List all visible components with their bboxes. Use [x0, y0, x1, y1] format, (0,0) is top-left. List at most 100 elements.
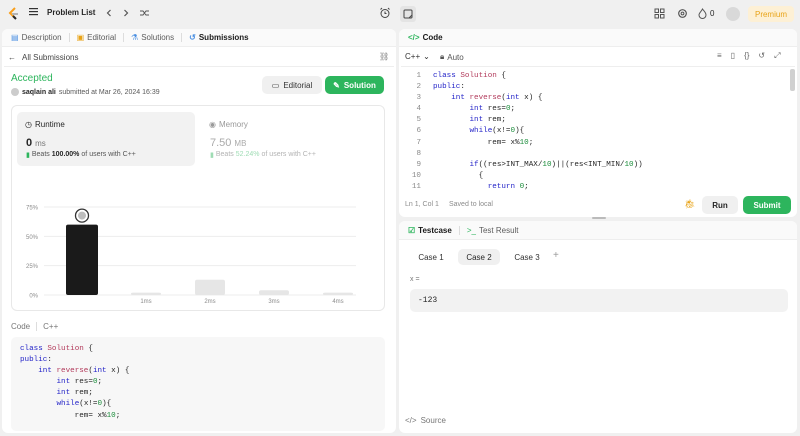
memory-value: 7.50 MB: [210, 137, 246, 149]
language-select[interactable]: C++ ⌄: [405, 52, 430, 61]
tab-solutions[interactable]: ⚗ Solutions: [128, 29, 177, 47]
streak-counter[interactable]: 0: [698, 8, 714, 19]
y-tick-label: 0%: [29, 294, 38, 300]
case-tab-1[interactable]: Case 1: [410, 249, 452, 265]
editor-code-line: if((res>INT_MAX/10)||(res<INT_MIN/10)): [469, 160, 643, 169]
grid-layout-icon[interactable]: [654, 8, 665, 19]
memory-number: 7.50: [210, 137, 232, 149]
code-icon: </>: [408, 33, 420, 42]
editor-code-line: while(x!=0){: [469, 127, 525, 136]
reset-icon[interactable]: ↺: [758, 51, 765, 61]
runtime-beats-label: Beats: [31, 151, 50, 158]
code-icon: </>: [405, 416, 417, 425]
flask-icon: ⚗: [131, 33, 139, 42]
arrow-left-icon: ←: [8, 53, 16, 62]
share-link-icon[interactable]: ⛓: [379, 52, 389, 61]
memory-beats-suffix: of users with C++: [261, 151, 316, 158]
back-label: All Submissions: [22, 53, 79, 62]
fire-icon: [698, 8, 707, 19]
logo-icon[interactable]: [8, 7, 20, 21]
avatar[interactable]: [726, 7, 740, 21]
submission-status: Accepted: [11, 73, 53, 84]
memory-beats-label: Beats: [215, 151, 234, 158]
submit-button[interactable]: Submit: [743, 196, 791, 214]
editor-code-line: int res=0;: [469, 105, 516, 114]
editor-code-line: class Solution {: [433, 72, 506, 80]
chevron-down-icon: ⌄: [423, 52, 430, 61]
case-tab-3[interactable]: Case 3: [506, 249, 548, 265]
expand-icon[interactable]: ⤢: [774, 51, 780, 61]
editorial-icon: ▣: [76, 33, 85, 42]
y-tick-label: 25%: [26, 264, 39, 270]
code-language: C++: [43, 322, 59, 331]
user-marker-avatar: [78, 211, 86, 220]
tab-submissions-label: Submissions: [198, 33, 249, 42]
submitter-info: saqlain ali submitted at Mar 26, 2024 16…: [11, 88, 160, 96]
code-line: int rem;: [56, 389, 93, 398]
editor-toolbar: ≡ ▯ {} ↺ ⤢: [717, 51, 781, 61]
editor-code-line: int rem;: [469, 116, 506, 125]
source-link[interactable]: </> Source: [405, 416, 446, 425]
line-number: 8: [416, 149, 421, 158]
list-icon[interactable]: [28, 6, 38, 16]
settings-gear-icon[interactable]: [677, 8, 688, 19]
code-editor[interactable]: class Solution {public: int reverse(int …: [433, 71, 783, 191]
line-number: 1: [416, 72, 421, 80]
memory-box[interactable]: ◉ Memory 7.50 MB ▮ Beats 52.24% of users …: [203, 112, 381, 166]
testcase-panel: ☑ Testcase >_ Test Result Case 1 Case 2 …: [399, 221, 797, 433]
edit-icon: ✎: [333, 80, 340, 90]
debug-icon[interactable]: 🐞︎: [684, 199, 695, 210]
code-label: Code: [11, 322, 31, 331]
memory-beats-value: 52.24%: [235, 151, 260, 158]
add-case-icon[interactable]: +: [553, 250, 559, 261]
x-tick-label: 3ms: [268, 299, 279, 305]
runtime-beats: ▮ Beats 100.00% of users with C++: [26, 151, 136, 159]
editor-code-line: rem= x%10;: [433, 138, 534, 147]
memory-unit: MB: [234, 139, 247, 148]
editorial-button[interactable]: ▭ Editorial: [262, 76, 322, 94]
memory-beats: ▮ Beats 52.24% of users with C++: [210, 151, 316, 159]
tab-description[interactable]: ▤ Description: [8, 29, 65, 47]
next-problem-icon[interactable]: [121, 8, 131, 18]
user-avatar[interactable]: [11, 88, 19, 96]
format-icon[interactable]: ≡: [717, 51, 722, 61]
memory-title: ◉ Memory: [209, 120, 248, 129]
shuffle-icon[interactable]: [139, 8, 150, 18]
editor-scrollbar[interactable]: [790, 69, 795, 91]
tab-code-label: Code: [422, 33, 443, 42]
tab-editorial[interactable]: ▣ Editorial: [74, 29, 119, 47]
book-icon: ▭: [271, 80, 280, 90]
back-to-submissions[interactable]: ← All Submissions: [8, 53, 78, 62]
solution-button[interactable]: ✎ Solution: [325, 76, 384, 94]
runtime-box[interactable]: ◷ Runtime 0 ms ▮ Beats 100.00% of users w…: [17, 112, 195, 166]
bookmark-icon[interactable]: ▯: [731, 51, 735, 61]
braces-icon[interactable]: {}: [744, 51, 749, 61]
problem-list-link[interactable]: Problem List: [47, 8, 95, 17]
x-tick-label: 1ms: [140, 299, 151, 305]
tab-test-result[interactable]: >_ Test Result: [464, 221, 522, 239]
tab-code[interactable]: </> Code: [405, 29, 446, 47]
notes-icon[interactable]: [400, 6, 416, 22]
username[interactable]: saqlain ali: [22, 89, 56, 96]
tab-submissions[interactable]: ↺ Submissions: [186, 29, 252, 47]
alarm-clock-icon[interactable]: [378, 6, 392, 20]
variable-label: x =: [410, 276, 420, 283]
language-value: C++: [405, 52, 421, 61]
tab-testcase[interactable]: ☑ Testcase: [405, 221, 455, 239]
panel-resize-handle[interactable]: [592, 217, 606, 219]
bar: [323, 292, 353, 295]
premium-button[interactable]: Premium: [748, 6, 794, 22]
editor-code-line: [433, 149, 783, 160]
code-line: class Solution {: [20, 345, 93, 353]
y-tick-label: 75%: [26, 206, 39, 212]
auto-mode[interactable]: 🔒︎ Auto: [440, 52, 464, 62]
line-number: 10: [411, 171, 421, 180]
memory-title-text: Memory: [218, 120, 248, 129]
testcase-input[interactable]: -123: [410, 289, 788, 312]
submitted-code-block[interactable]: class Solution {public: int reverse(int …: [11, 337, 385, 431]
chip-icon: ◉: [209, 120, 216, 129]
prev-problem-icon[interactable]: [104, 8, 114, 18]
case-tab-2[interactable]: Case 2: [458, 249, 500, 265]
run-button[interactable]: Run: [702, 196, 738, 214]
tab-editorial-label: Editorial: [87, 33, 117, 42]
